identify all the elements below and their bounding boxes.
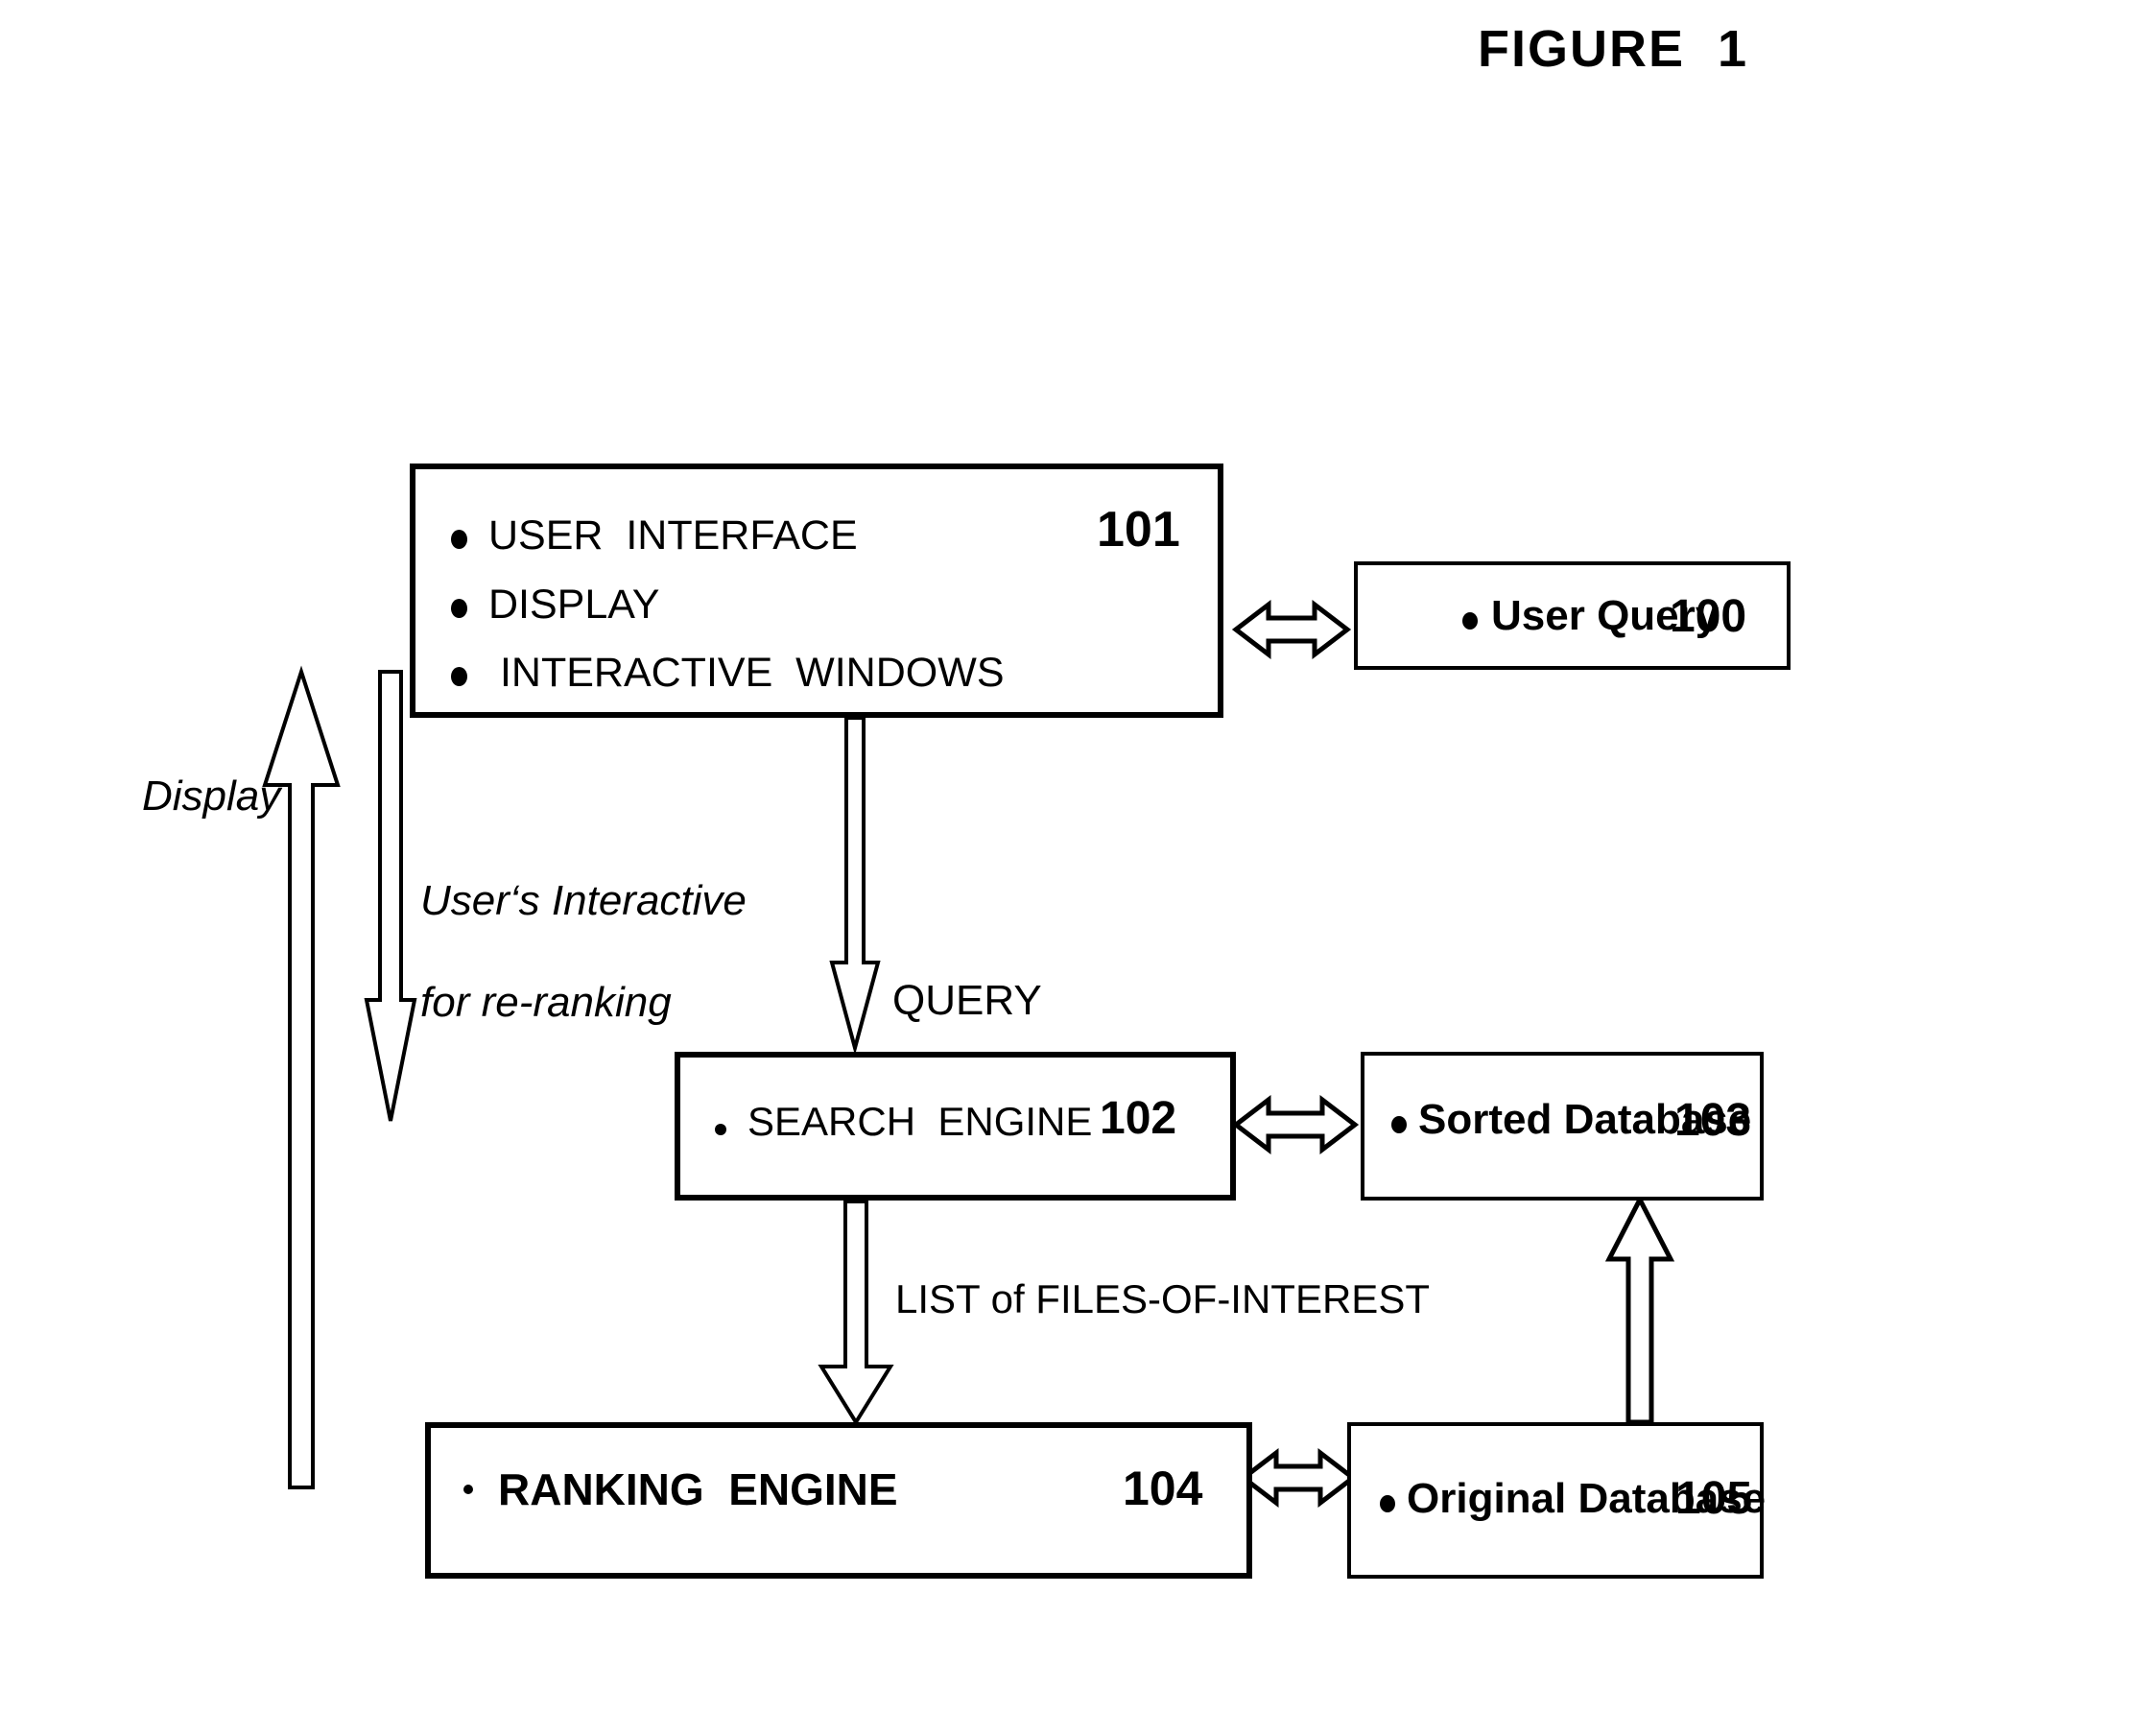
- label-list-of-files-of-interest: LIST of FILES-OF-INTEREST: [895, 1276, 1430, 1321]
- figure-canvas: FIGURE 1 USER INTERFACE DISPLAY INTERACT…: [0, 0, 2135, 1736]
- label-display: Display: [142, 773, 281, 820]
- label-query: QUERY: [892, 977, 1042, 1024]
- ranking-engine-row: RANKING ENGINE: [463, 1463, 898, 1515]
- bullet-icon: [451, 667, 467, 686]
- search-engine-row: SEARCH ENGINE: [715, 1099, 1092, 1145]
- bullet-icon: [463, 1485, 473, 1494]
- arrow-ui-to-user-query: [1231, 599, 1352, 660]
- arrow-original-database-to-sorted-database: [1604, 1194, 1675, 1425]
- reference-number-100: 100: [1670, 591, 1747, 642]
- reference-number-104: 104: [1123, 1462, 1203, 1515]
- arrow-query-ui-to-search-engine: [829, 716, 881, 1056]
- search-engine-label: SEARCH ENGINE: [747, 1099, 1093, 1144]
- figure-title: FIGURE 1: [1478, 20, 1749, 78]
- bullet-icon: [451, 599, 467, 618]
- ui-item-0: USER INTERFACE: [451, 512, 858, 559]
- ui-item-0-label: USER INTERFACE: [488, 512, 858, 559]
- bullet-icon: [1391, 1116, 1407, 1133]
- bullet-icon: [1380, 1495, 1395, 1512]
- arrow-user-interactive-reranking: [364, 670, 417, 1122]
- reference-number-101: 101: [1097, 502, 1180, 558]
- ui-item-2: INTERACTIVE WINDOWS: [451, 650, 1005, 697]
- reference-number-103: 103: [1674, 1095, 1752, 1146]
- reference-number-102: 102: [1100, 1093, 1177, 1144]
- reference-number-105: 105: [1675, 1473, 1753, 1524]
- arrow-search-engine-to-sorted-database: [1231, 1094, 1360, 1155]
- ui-item-2-label: INTERACTIVE WINDOWS: [488, 650, 1005, 696]
- ranking-engine-label: RANKING ENGINE: [498, 1464, 898, 1514]
- ui-item-1: DISPLAY: [451, 582, 659, 629]
- bullet-icon: [715, 1124, 726, 1135]
- arrow-list-of-files-search-to-ranking: [818, 1200, 894, 1426]
- label-user-interactive-line1: User‘s Interactive: [420, 877, 747, 924]
- label-user-interactive-line2: for re-ranking: [420, 979, 672, 1026]
- bullet-icon: [1462, 612, 1478, 630]
- arrow-ranking-engine-to-original-database: [1239, 1447, 1358, 1509]
- bullet-icon: [451, 530, 467, 549]
- ui-item-1-label: DISPLAY: [488, 582, 660, 628]
